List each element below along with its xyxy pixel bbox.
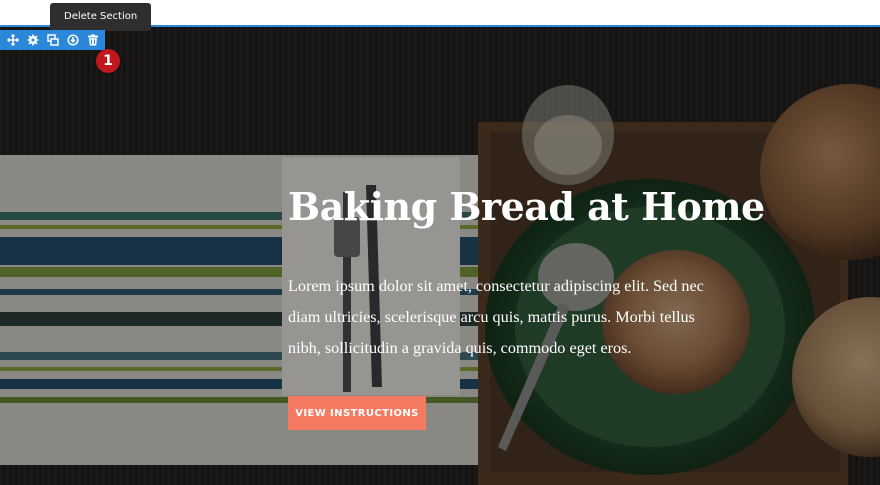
save-to-library-icon[interactable] — [63, 30, 83, 50]
hero-dark-overlay — [0, 27, 880, 485]
step-number-badge: 1 — [96, 49, 120, 73]
settings-icon[interactable] — [23, 30, 43, 50]
delete-icon[interactable] — [83, 30, 103, 50]
move-icon[interactable] — [3, 30, 23, 50]
hero-section[interactable]: Baking Bread at Home Lorem ipsum dolor s… — [0, 27, 880, 485]
section-toolbar — [0, 30, 105, 50]
delete-section-tooltip: Delete Section — [50, 3, 152, 31]
hero-body-text: Lorem ipsum dolor sit amet, consectetur … — [288, 277, 704, 357]
hero-title: Baking Bread at Home — [288, 184, 765, 229]
view-instructions-button[interactable]: VIEW INSTRUCTIONS — [288, 396, 426, 430]
duplicate-icon[interactable] — [43, 30, 63, 50]
